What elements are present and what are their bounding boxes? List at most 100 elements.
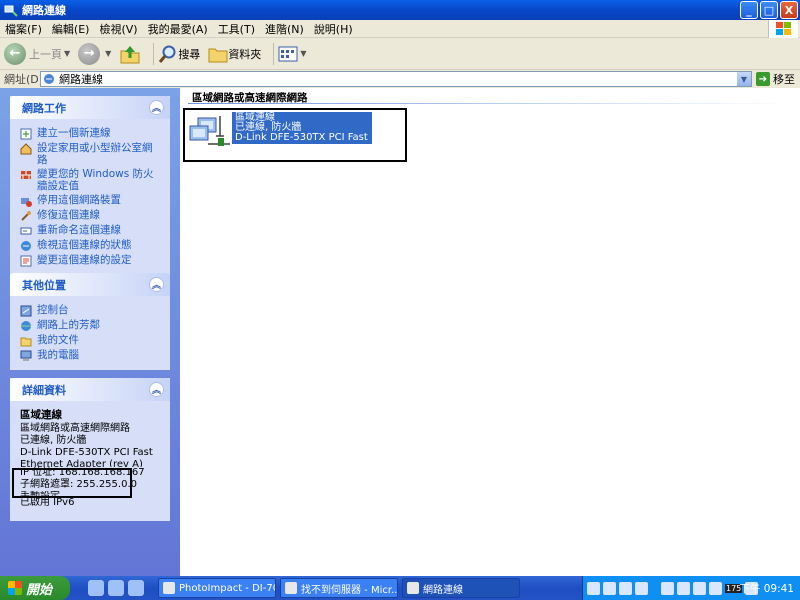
folders-button[interactable]: 資料夾 bbox=[208, 45, 261, 63]
task-disable-device[interactable]: 停用這個網路裝置 bbox=[20, 194, 162, 207]
task-change-settings[interactable]: 變更這個連線的設定 bbox=[20, 254, 162, 267]
menu-tools[interactable]: 工具(T) bbox=[213, 21, 260, 37]
task-label: 變更這個連線的設定 bbox=[37, 254, 132, 266]
menu-bar: 檔案(F) 編輯(E) 檢視(V) 我的最愛(A) 工具(T) 進階(N) 說明… bbox=[0, 20, 800, 38]
forward-dropdown-icon[interactable]: ▼ bbox=[105, 49, 111, 58]
title-bar[interactable]: 網路連線 _ □ X bbox=[0, 0, 800, 20]
network-connections-icon bbox=[407, 582, 419, 594]
place-network-places[interactable]: 網路上的芳鄰 bbox=[20, 319, 162, 332]
other-places-title: 其他位置 bbox=[22, 278, 66, 292]
back-arrow-icon: ← bbox=[4, 42, 26, 65]
menu-help[interactable]: 說明(H) bbox=[309, 21, 358, 37]
windows-logo-icon bbox=[768, 20, 798, 38]
go-button[interactable]: ➔ 移至 bbox=[756, 71, 795, 87]
folders-icon bbox=[208, 48, 228, 62]
views-dropdown-icon[interactable]: ▼ bbox=[300, 49, 306, 58]
menu-view[interactable]: 檢視(V) bbox=[94, 21, 142, 37]
task-label: 設定家用或小型辦公室網路 bbox=[37, 142, 153, 166]
go-arrow-icon: ➔ bbox=[756, 72, 770, 86]
media-player-icon[interactable] bbox=[108, 580, 124, 596]
ip-highlight-box bbox=[12, 468, 132, 498]
menu-advanced[interactable]: 進階(N) bbox=[260, 21, 309, 37]
taskbar-network-connections[interactable]: 網路連線 bbox=[402, 578, 520, 598]
pen-icon[interactable] bbox=[603, 581, 616, 595]
task-label: 修復這個連線 bbox=[37, 209, 100, 221]
task-view-status[interactable]: 檢視這個連線的狀態 bbox=[20, 239, 162, 252]
forward-button[interactable]: → ▼ bbox=[78, 42, 111, 65]
input-method-icon[interactable] bbox=[619, 581, 632, 595]
menu-edit[interactable]: 編輯(E) bbox=[47, 21, 95, 37]
back-button[interactable]: ← 上一頁 ▼ bbox=[4, 42, 70, 65]
network-connections-icon bbox=[4, 5, 18, 17]
collapse-chevron-icon[interactable]: ︽ bbox=[149, 277, 164, 292]
firewall-icon bbox=[21, 171, 31, 179]
details-connection-status: 已連線, 防火牆 bbox=[20, 435, 87, 446]
repair-wrench-icon bbox=[21, 211, 31, 221]
maximize-button[interactable]: □ bbox=[760, 1, 778, 19]
taskbar-browser[interactable]: 找不到伺服器 - Micr... bbox=[280, 578, 398, 598]
place-my-documents[interactable]: 我的文件 bbox=[20, 334, 162, 347]
search-button[interactable]: 搜尋 bbox=[158, 44, 200, 64]
rename-icon bbox=[20, 227, 32, 235]
my-documents-icon bbox=[20, 337, 32, 347]
task-firewall-settings[interactable]: 變更您的 Windows 防火牆設定值 bbox=[20, 168, 162, 192]
security-icon[interactable] bbox=[693, 581, 706, 595]
start-button[interactable]: 開始 bbox=[0, 576, 70, 600]
network-tray-icon[interactable] bbox=[677, 581, 690, 595]
clock[interactable]: 下午 09:41 bbox=[739, 581, 794, 596]
task-label: 停用這個網路裝置 bbox=[37, 194, 121, 206]
task-home-network[interactable]: 設定家用或小型辦公室網路 bbox=[20, 142, 162, 166]
document-icon bbox=[285, 582, 297, 594]
task-label: 建立一個新連線 bbox=[37, 127, 111, 139]
details-connection-name: 區域連線 bbox=[20, 409, 62, 421]
views-button[interactable]: ▼ bbox=[278, 45, 306, 63]
help-icon[interactable] bbox=[635, 581, 648, 595]
tray-expand-icon[interactable] bbox=[661, 581, 674, 595]
show-desktop-icon[interactable] bbox=[88, 580, 104, 596]
details-header[interactable]: 詳細資料 ︽ bbox=[10, 378, 170, 401]
collapse-chevron-icon[interactable]: ︽ bbox=[149, 382, 164, 397]
new-connection-icon bbox=[20, 128, 32, 140]
details-connection-type: 區域網路或高速網際網路 bbox=[20, 423, 130, 434]
taskbar-photoimpact[interactable]: PhotoImpact - DI-704... bbox=[158, 578, 276, 598]
home-network-icon bbox=[20, 143, 32, 155]
taskbar: 開始 PhotoImpact - DI-704... 找不到伺服器 - Micr… bbox=[0, 576, 800, 600]
menu-favorites[interactable]: 我的最愛(A) bbox=[143, 21, 213, 37]
connection-highlight-box bbox=[183, 108, 407, 162]
address-input[interactable]: 網路連線 ▼ bbox=[40, 71, 752, 87]
task-repair-connection[interactable]: 修復這個連線 bbox=[20, 209, 162, 222]
other-places-panel: 其他位置 ︽ 控制台 網路上的芳鄰 我的文件 我的電腦 bbox=[10, 273, 170, 370]
menu-file[interactable]: 檔案(F) bbox=[0, 21, 47, 37]
back-dropdown-icon[interactable]: ▼ bbox=[64, 49, 70, 58]
place-control-panel[interactable]: 控制台 bbox=[20, 304, 162, 317]
collapse-chevron-icon[interactable]: ︽ bbox=[149, 100, 164, 115]
search-label: 搜尋 bbox=[178, 47, 201, 61]
address-dropdown-icon[interactable]: ▼ bbox=[737, 72, 751, 86]
close-button[interactable]: X bbox=[780, 1, 798, 19]
views-icon bbox=[278, 46, 298, 61]
place-label: 網路上的芳鄰 bbox=[37, 319, 100, 331]
taskbar-item-label: 找不到伺服器 - Micr... bbox=[301, 584, 398, 596]
up-folder-button[interactable] bbox=[119, 44, 141, 64]
group-divider bbox=[188, 103, 788, 104]
window-title: 網路連線 bbox=[22, 4, 66, 17]
internet-explorer-icon[interactable] bbox=[128, 580, 144, 596]
disable-device-icon bbox=[21, 198, 32, 207]
network-tasks-title: 網路工作 bbox=[22, 101, 66, 115]
minimize-button[interactable]: _ bbox=[740, 1, 758, 19]
start-label: 開始 bbox=[26, 582, 53, 598]
task-new-connection[interactable]: 建立一個新連線 bbox=[20, 127, 162, 140]
settings-icon bbox=[20, 255, 32, 267]
network-connections-icon bbox=[44, 74, 54, 84]
toolbar-separator bbox=[273, 42, 275, 65]
keyboard-icon[interactable] bbox=[587, 581, 600, 595]
folders-label: 資料夾 bbox=[228, 47, 262, 61]
forward-arrow-icon: → bbox=[78, 42, 101, 65]
task-rename-connection[interactable]: 重新命名這個連線 bbox=[20, 224, 162, 237]
volume-icon[interactable] bbox=[709, 581, 722, 595]
network-tasks-header[interactable]: 網路工作 ︽ bbox=[10, 96, 170, 119]
place-my-computer[interactable]: 我的電腦 bbox=[20, 349, 162, 362]
other-places-header[interactable]: 其他位置 ︽ bbox=[10, 273, 170, 296]
details-adapter-line1: D-Link DFE-530TX PCI Fast bbox=[20, 447, 153, 458]
details-ipv6: 已啟用 IPv6 bbox=[20, 497, 75, 508]
